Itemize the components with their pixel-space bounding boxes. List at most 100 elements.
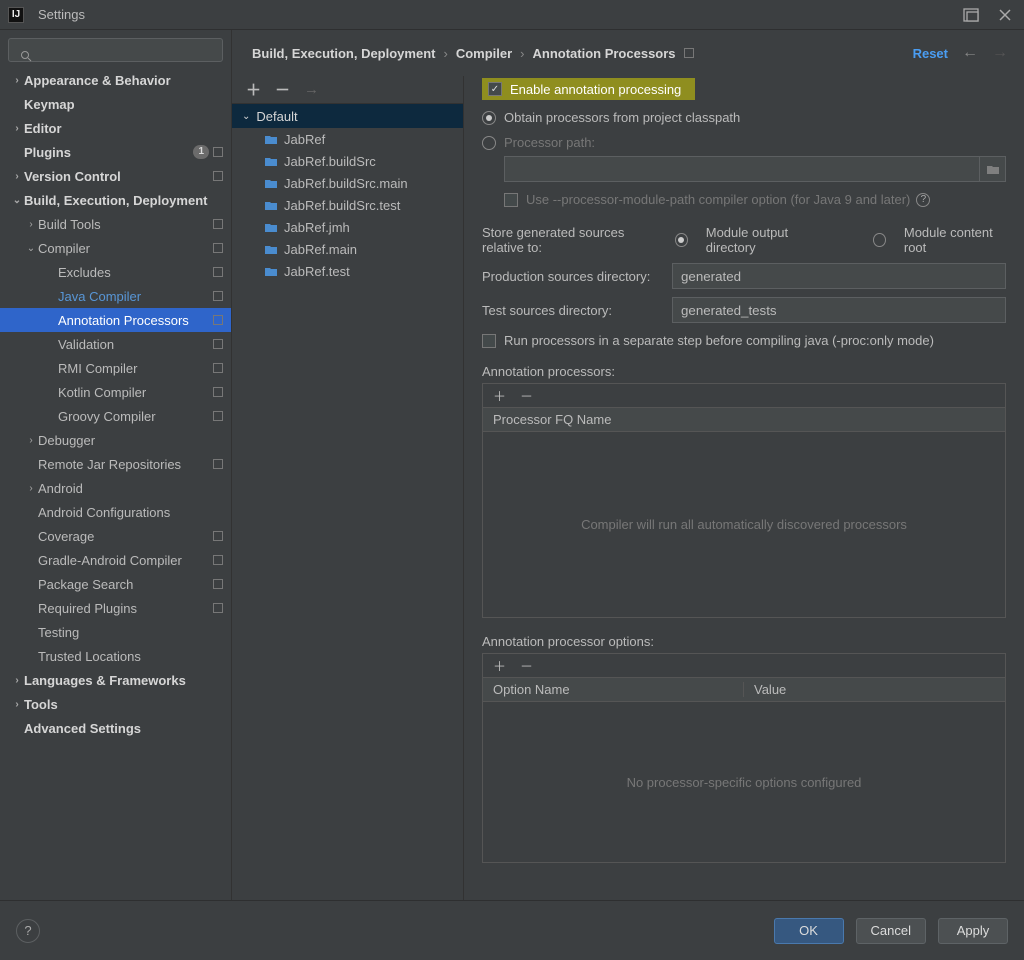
crumb-b[interactable]: Compiler [456, 46, 512, 61]
module-item[interactable]: JabRef.buildSrc.test [232, 194, 463, 216]
apply-button[interactable]: Apply [938, 918, 1008, 944]
sidebar-item[interactable]: Advanced Settings [0, 716, 231, 740]
app-logo-icon: IJ [8, 7, 24, 23]
test-dir-input[interactable] [672, 297, 1006, 323]
close-icon[interactable] [994, 4, 1016, 26]
sidebar-item[interactable]: Plugins1 [0, 140, 231, 164]
folder-icon [264, 200, 278, 211]
chevron-icon: › [24, 435, 38, 446]
ap-title: Annotation processors: [482, 364, 1006, 379]
sidebar-item[interactable]: Gradle-Android Compiler [0, 548, 231, 572]
ap-options-title: Annotation processor options: [482, 634, 1006, 649]
sidebar-item-label: Keymap [24, 97, 219, 112]
scope-icon [213, 291, 223, 301]
sidebar-item-label: Editor [24, 121, 219, 136]
options-panel: Enable annotation processing Obtain proc… [464, 76, 1024, 900]
sidebar-item[interactable]: Android Configurations [0, 500, 231, 524]
radio-icon[interactable] [482, 136, 496, 150]
move-profile-button: → [304, 81, 319, 98]
remove-processor-button: － [520, 386, 533, 405]
remove-profile-button[interactable]: － [275, 79, 290, 100]
sidebar-item-label: Tools [24, 697, 219, 712]
ap-empty-text: Compiler will run all automatically disc… [483, 432, 1005, 617]
separate-step-checkbox[interactable]: Run processors in a separate step before… [482, 333, 1006, 348]
ok-button[interactable]: OK [774, 918, 844, 944]
sidebar-item[interactable]: Remote Jar Repositories [0, 452, 231, 476]
sidebar-item[interactable]: Testing [0, 620, 231, 644]
back-arrow-icon[interactable]: ← [962, 44, 978, 62]
sidebar-item[interactable]: ›Version Control [0, 164, 231, 188]
module-item[interactable]: JabRef.buildSrc [232, 150, 463, 172]
profile-tree[interactable]: ⌄ Default JabRefJabRef.buildSrc JabRef.bu… [232, 104, 463, 282]
sidebar-item[interactable]: ›Build Tools [0, 212, 231, 236]
checkbox-icon[interactable] [482, 334, 496, 348]
sidebar-item[interactable]: ›Editor [0, 116, 231, 140]
obtain-from-classpath-radio[interactable]: Obtain processors from project classpath [482, 110, 1006, 125]
module-item[interactable]: JabRef.jmh [232, 216, 463, 238]
sidebar-item[interactable]: RMI Compiler [0, 356, 231, 380]
scope-icon [684, 48, 694, 58]
prod-dir-input[interactable] [672, 263, 1006, 289]
reset-link[interactable]: Reset [913, 46, 948, 61]
sidebar-item[interactable]: Excludes [0, 260, 231, 284]
enable-annotation-processing-checkbox[interactable]: Enable annotation processing [482, 78, 695, 100]
chevron-right-icon: › [520, 46, 524, 61]
scope-icon [213, 315, 223, 325]
module-item[interactable]: JabRef.main [232, 238, 463, 260]
module-item[interactable]: JabRef [232, 128, 463, 150]
sidebar-item[interactable]: Kotlin Compiler [0, 380, 231, 404]
processor-path-radio[interactable]: Processor path: [482, 135, 1006, 150]
add-processor-button[interactable]: ＋ [493, 386, 506, 405]
annotation-options-table: ＋ － Option Name Value No processor-speci… [482, 653, 1006, 863]
module-item[interactable]: JabRef.test [232, 260, 463, 282]
help-icon[interactable]: ? [916, 193, 930, 207]
sidebar-item[interactable]: Annotation Processors [0, 308, 231, 332]
opt-col2: Value [744, 682, 1005, 697]
module-label: JabRef.jmh [284, 220, 350, 235]
dock-icon[interactable] [960, 4, 982, 26]
sidebar-item[interactable]: ⌄Compiler [0, 236, 231, 260]
scope-icon [213, 171, 223, 181]
profile-default[interactable]: ⌄ Default [232, 104, 463, 128]
sidebar-item[interactable]: Validation [0, 332, 231, 356]
chevron-icon: › [10, 171, 24, 182]
sidebar-item[interactable]: ›Appearance & Behavior [0, 68, 231, 92]
crumb-a[interactable]: Build, Execution, Deployment [252, 46, 435, 61]
add-profile-button[interactable]: ＋ [246, 79, 261, 100]
sidebar-item[interactable]: Coverage [0, 524, 231, 548]
module-item[interactable]: JabRef.buildSrc.main [232, 172, 463, 194]
radio-selected-icon[interactable] [482, 111, 496, 125]
sidebar-item[interactable]: ›Android [0, 476, 231, 500]
sidebar-item[interactable]: Keymap [0, 92, 231, 116]
sidebar-item[interactable]: Groovy Compiler [0, 404, 231, 428]
scope-icon [213, 579, 223, 589]
help-button[interactable]: ? [16, 919, 40, 943]
scope-icon [213, 363, 223, 373]
sidebar-item[interactable]: ›Debugger [0, 428, 231, 452]
settings-tree[interactable]: ›Appearance & BehaviorKeymap›EditorPlugi… [0, 68, 231, 900]
sidebar-item[interactable]: ⌄Build, Execution, Deployment [0, 188, 231, 212]
sidebar-item[interactable]: Java Compiler [0, 284, 231, 308]
sidebar-item-label: Debugger [38, 433, 219, 448]
sidebar-item[interactable]: Package Search [0, 572, 231, 596]
module-label: JabRef.buildSrc.test [284, 198, 400, 213]
module-content-root-radio[interactable] [873, 233, 886, 247]
sidebar-item[interactable]: ›Tools [0, 692, 231, 716]
sidebar-item[interactable]: ›Languages & Frameworks [0, 668, 231, 692]
sidebar-item-label: Version Control [24, 169, 209, 184]
chevron-icon: ⌄ [10, 195, 24, 206]
sidebar-item[interactable]: Required Plugins [0, 596, 231, 620]
chevron-icon: › [24, 483, 38, 494]
search-input[interactable] [8, 38, 223, 62]
sidebar-item-label: Gradle-Android Compiler [38, 553, 209, 568]
sidebar-item-label: Languages & Frameworks [24, 673, 219, 688]
module-label: JabRef.buildSrc.main [284, 176, 408, 191]
remove-option-button: － [520, 656, 533, 675]
checkbox-checked-icon[interactable] [488, 82, 502, 96]
ap-header: Processor FQ Name [483, 412, 1005, 427]
module-output-radio[interactable] [675, 233, 688, 247]
add-option-button[interactable]: ＋ [493, 656, 506, 675]
sidebar-item-label: Remote Jar Repositories [38, 457, 209, 472]
cancel-button[interactable]: Cancel [856, 918, 926, 944]
sidebar-item[interactable]: Trusted Locations [0, 644, 231, 668]
